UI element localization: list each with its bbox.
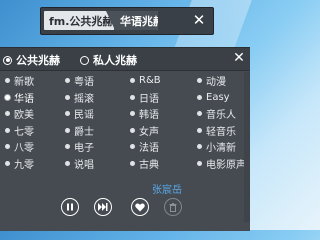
channel-option[interactable]: 音乐人 <box>197 106 236 121</box>
radio-dot-icon <box>197 144 202 149</box>
radio-dot-icon <box>130 94 135 100</box>
channel-option[interactable]: 民谣 <box>65 106 94 121</box>
channel-tabs: 公共兆赫 私人兆赫 ✕ <box>0 48 250 71</box>
close-icon[interactable]: ✕ <box>191 12 207 28</box>
channel-option[interactable]: 新歌 <box>5 73 34 88</box>
channel-option[interactable]: 电子 <box>65 139 94 154</box>
radio-icon <box>3 55 12 65</box>
channel-label: 爵士 <box>74 126 94 138</box>
channel-label: 轻音乐 <box>206 126 236 138</box>
channel-option[interactable]: 女声 <box>130 123 159 138</box>
channel-option[interactable]: 九零 <box>5 156 34 171</box>
channel-option[interactable]: 摇滚 <box>65 90 94 105</box>
radio-dot-icon <box>5 144 10 149</box>
radio-dot-icon <box>197 160 202 166</box>
tab-public-channels[interactable]: 公共兆赫 <box>3 52 60 68</box>
pause-icon <box>67 203 73 211</box>
channel-option[interactable]: 电影原声 <box>197 156 246 171</box>
station-display: fm.公共兆赫 华语兆赫 <box>44 11 158 30</box>
channel-label: 小清新 <box>206 143 236 154</box>
channel-label: 电子 <box>74 143 94 154</box>
playback-controls <box>0 194 250 228</box>
radio-dot-icon <box>197 78 202 83</box>
channel-option[interactable]: 华语 <box>5 90 34 105</box>
channel-label: Easy <box>206 91 230 103</box>
channel-option[interactable]: 粤语 <box>65 73 94 88</box>
channel-label: 八零 <box>14 143 34 154</box>
radio-dot-icon <box>65 78 70 83</box>
radio-dot-icon <box>5 160 10 166</box>
channel-option[interactable]: Easy <box>197 90 230 105</box>
radio-dot-icon <box>130 78 135 83</box>
channel-option[interactable]: 欧美 <box>5 106 34 121</box>
channel-option[interactable]: 七零 <box>5 123 34 138</box>
radio-dot-icon <box>5 127 10 133</box>
radio-dot-icon <box>197 127 202 133</box>
channel-option[interactable]: 轻音乐 <box>197 123 236 138</box>
channel-label: 说唱 <box>74 159 94 171</box>
like-button[interactable] <box>131 198 149 216</box>
tab-label: 公共兆赫 <box>16 54 60 67</box>
channel-label: 华语 <box>14 93 34 105</box>
next-button[interactable] <box>94 198 112 216</box>
radio-dot-icon <box>130 127 135 133</box>
channel-option[interactable]: 韩语 <box>130 106 159 121</box>
radio-icon <box>80 55 89 65</box>
radio-dot-icon <box>130 160 135 166</box>
channel-option[interactable]: R&B <box>130 73 161 88</box>
channel-label: 粤语 <box>74 77 94 88</box>
panel-close-icon[interactable]: ✕ <box>232 51 246 65</box>
channel-option[interactable]: 动漫 <box>197 73 226 88</box>
channel-option[interactable]: 八零 <box>5 139 34 154</box>
current-channel-label: 华语兆赫 <box>120 15 158 28</box>
channel-label: 民谣 <box>74 110 94 121</box>
radio-dot-icon <box>65 94 70 100</box>
channel-label: 九零 <box>14 159 34 171</box>
mini-player-bar: fm.公共兆赫 华语兆赫 ✕ <box>40 7 214 35</box>
channel-option[interactable]: 说唱 <box>65 156 94 171</box>
channel-option[interactable]: 日语 <box>130 90 159 105</box>
channel-option[interactable]: 古典 <box>130 156 159 171</box>
channel-option[interactable]: 法语 <box>130 139 159 154</box>
channel-label: 欧美 <box>14 110 34 121</box>
channel-label: 古典 <box>139 159 159 171</box>
radio-dot-icon <box>197 94 202 100</box>
trash-button[interactable] <box>164 198 182 216</box>
pause-button[interactable] <box>61 198 79 216</box>
current-channel-box: 华语兆赫 <box>114 11 158 30</box>
channel-label: 动漫 <box>206 77 226 88</box>
radio-dot-icon <box>65 144 70 149</box>
channel-grid: 新歌 粤语 R&B 动漫 华语 摇滚 日语 Easy 欧美 民谣 韩语 音乐人 七零 爵士 女声 轻音乐 八零电… <box>0 72 250 182</box>
channel-panel: 公共兆赫 私人兆赫 ✕ 新歌 粤语 R&B 动漫华语 摇滚 日语 Easy 欧美 民谣 韩语 音乐人… <box>0 47 250 231</box>
tab-private-channels[interactable]: 私人兆赫 <box>80 52 137 68</box>
channel-option[interactable]: 小清新 <box>197 139 236 154</box>
station-name: fm.公共兆赫 <box>49 15 114 28</box>
channel-label: 日语 <box>139 93 159 105</box>
tab-label: 私人兆赫 <box>93 54 137 67</box>
radio-dot-icon <box>65 160 70 166</box>
radio-dot-icon <box>130 144 135 149</box>
radio-dot-icon <box>5 94 10 100</box>
radio-dot-icon <box>5 111 10 116</box>
radio-dot-icon <box>130 111 135 116</box>
channel-label: 音乐人 <box>206 110 236 121</box>
channel-label: 女声 <box>139 126 159 138</box>
trash-icon <box>169 202 177 212</box>
radio-dot-icon <box>197 111 202 116</box>
channel-label: 电影原声 <box>206 159 246 171</box>
radio-dot-icon <box>5 78 10 83</box>
channel-label: R&B <box>139 75 161 86</box>
radio-dot-icon <box>65 127 70 133</box>
channel-label: 七零 <box>14 126 34 138</box>
channel-option[interactable]: 爵士 <box>65 123 94 138</box>
heart-icon <box>135 203 145 211</box>
radio-dot-icon <box>65 111 70 116</box>
channel-label: 韩语 <box>139 110 159 121</box>
channel-label: 摇滚 <box>74 93 94 105</box>
channel-label: 法语 <box>139 143 159 154</box>
channel-label: 新歌 <box>14 77 34 88</box>
next-icon <box>98 203 108 211</box>
